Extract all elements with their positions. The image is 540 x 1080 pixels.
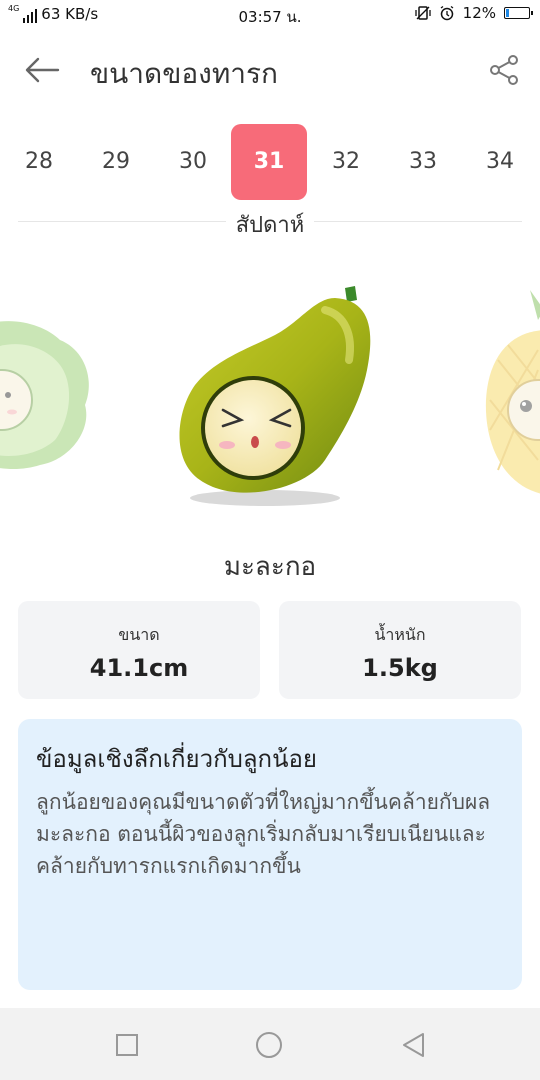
back-nav-icon[interactable] [398,1030,428,1060]
alarm-icon [440,5,454,21]
system-nav-bar [0,1008,540,1080]
week-item[interactable]: 33 [385,124,461,200]
size-label: ขนาด [118,625,160,644]
page-title: ขนาดของทารก [90,57,278,90]
pineapple-icon [485,290,540,494]
battery-percent: 12% [462,4,496,22]
papaya-icon [179,286,371,506]
battery-icon [504,7,533,19]
insight-card: ข้อมูลเชิงลึกเกี่ยวกับลูกน้อย ลูกน้อยของ… [18,719,522,990]
week-item-selected[interactable]: 31 [231,124,307,200]
weight-value: 1.5kg [362,654,438,682]
week-item[interactable]: 34 [462,124,538,200]
week-item[interactable]: 29 [78,124,154,200]
size-card: ขนาด 41.1cm [18,601,260,699]
week-unit: สัปดาห์ [0,207,540,242]
arrow-left-icon[interactable] [22,52,62,88]
lettuce-icon [0,321,89,470]
battery-level [506,9,509,17]
insight-title: ข้อมูลเชิงลึกเกี่ยวกับลูกน้อย [36,745,317,773]
week-item[interactable]: 30 [155,124,231,200]
week-item[interactable]: 32 [308,124,384,200]
week-unit-label: สัปดาห์ [225,213,315,238]
week-selector: 28 29 30 31 32 33 34 [0,124,540,200]
recents-icon[interactable] [112,1030,142,1060]
app-header: ขนาดของทารก [0,40,540,100]
status-bar: 4G 63 KB/s 03:57 น. 12% [0,0,540,30]
insight-body: ลูกน้อยของคุณมีขนาดตัวที่ใหญ่มากขึ้นคล้า… [36,790,491,878]
weight-card: น้ำหนัก 1.5kg [279,601,521,699]
fruit-name: มะละกอ [223,552,317,582]
home-icon[interactable] [254,1030,284,1060]
status-right: 12% [415,4,533,22]
size-value: 41.1cm [89,654,189,682]
vibrate-icon [415,6,431,20]
share-icon[interactable] [488,54,520,86]
week-item[interactable]: 28 [1,124,77,200]
weight-label: น้ำหนัก [374,625,426,644]
fruit-carousel[interactable] [0,260,540,520]
